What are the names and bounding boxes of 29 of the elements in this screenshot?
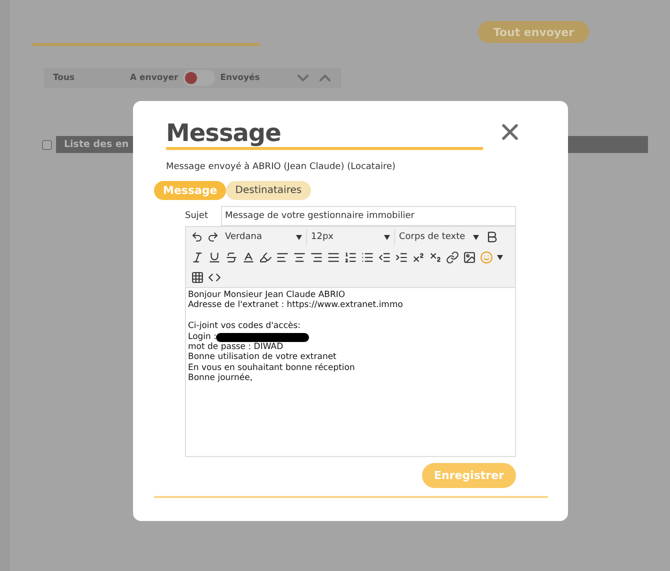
subject-field[interactable]: Message de votre gestionnaire immobilier	[221, 206, 516, 226]
tab[interactable]: Destinataires	[226, 181, 311, 200]
font-dropdown[interactable]: Verdana	[221, 229, 307, 245]
body-text: Adresse de l'extranet : https://www.extranet.immo	[188, 300, 404, 311]
body-text: En vous en souhaitant bonne réception	[188, 362, 356, 373]
body-text: Login :	[188, 332, 513, 342]
checkbox[interactable]	[42, 140, 52, 150]
message-body[interactable]	[185, 287, 516, 457]
style-dropdown[interactable]: Corps de texte	[395, 229, 483, 245]
subject-label: Sujet	[185, 211, 209, 221]
link-icon[interactable]	[444, 249, 461, 265]
body-text: Bonne journée,	[188, 373, 254, 384]
table-icon[interactable]	[189, 269, 206, 285]
caret-icon	[296, 234, 302, 240]
filter-label: Envoyés	[220, 73, 261, 83]
list-title: Liste des en	[64, 139, 129, 150]
body-text: mot de passe : DIWAD	[188, 342, 284, 352]
recipient-line: Message envoyé à ABRIO (Jean Claude) (Locataire)	[166, 162, 397, 172]
size-dropdown[interactable]: 12px	[307, 229, 395, 245]
filter-label: A envoyer	[130, 73, 178, 83]
image-icon[interactable]	[461, 249, 478, 265]
caret-icon	[384, 234, 390, 240]
body-text: Bonjour Monsieur Jean Claude ABRIO	[188, 290, 346, 300]
filter-label: Tous	[53, 73, 76, 83]
toggle-switch[interactable]	[183, 70, 216, 86]
body-text: Bonne utilisation de votre extranet	[188, 352, 338, 363]
dialog-title: Message	[166, 119, 483, 150]
caret-icon	[473, 234, 479, 240]
body-text: Ci-joint vos codes d'accès:	[188, 321, 302, 332]
